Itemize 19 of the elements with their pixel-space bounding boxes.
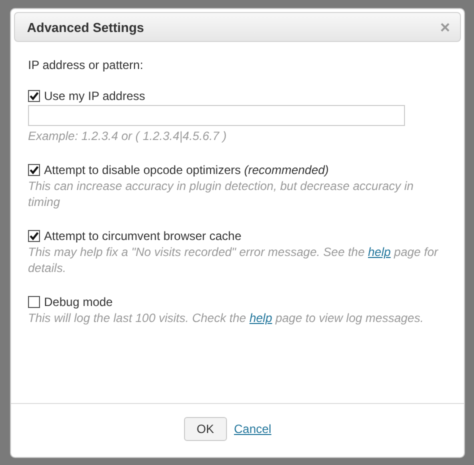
- help-link[interactable]: help: [249, 311, 272, 325]
- checkbox[interactable]: [28, 230, 40, 242]
- checkbox[interactable]: [28, 296, 40, 308]
- option-description: This can increase accuracy in plugin detection, but decrease accuracy in timing: [28, 178, 415, 210]
- checkbox[interactable]: [28, 164, 40, 176]
- checkbox-label[interactable]: Attempt to circumvent browser cache: [44, 229, 242, 243]
- checkbox-label[interactable]: Attempt to disable opcode optimizers (recommended): [44, 163, 329, 177]
- checkbox-label[interactable]: Debug mode: [44, 295, 113, 309]
- help-link[interactable]: help: [368, 245, 391, 259]
- checkbox[interactable]: [28, 90, 40, 102]
- ok-button[interactable]: OK: [184, 417, 227, 441]
- dialog-title: Advanced Settings: [27, 20, 144, 34]
- option-description: This will log the last 100 visits. Check the help page to view log messages.: [28, 310, 425, 326]
- field-label: IP address or pattern:: [28, 58, 144, 72]
- option-description: This may help fix a "No visits recorded" error message. See the help page for details.: [28, 244, 440, 276]
- checkbox-label[interactable]: Use my IP address: [44, 89, 146, 103]
- ip-address-field[interactable]: [28, 105, 405, 126]
- cancel-link[interactable]: Cancel: [234, 422, 272, 436]
- hint-text: Example: 1.2.3.4 or ( 1.2.3.4|4.5.6.7 ): [28, 128, 228, 144]
